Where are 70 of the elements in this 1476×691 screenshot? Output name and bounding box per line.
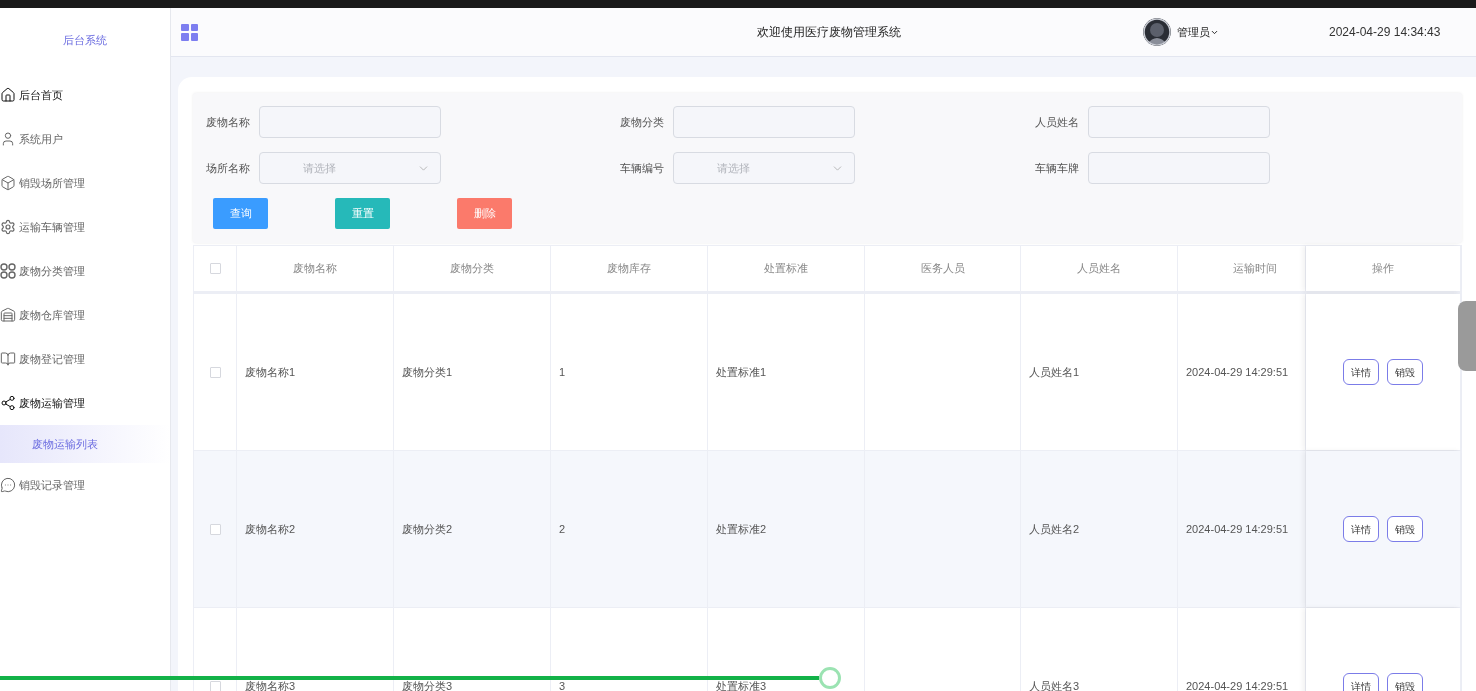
four-circles-icon	[0, 263, 16, 279]
column-header: 处置标准	[708, 246, 865, 291]
checkbox[interactable]	[209, 263, 221, 274]
column-header: 废物名称	[237, 246, 394, 291]
table-cell-text: 处置标准2	[716, 521, 767, 537]
grid-menu-icon[interactable]	[181, 23, 198, 41]
sidebar-item[interactable]: 废物分类管理	[0, 249, 170, 293]
table-cell-text: 3	[559, 678, 566, 691]
home-icon	[0, 87, 16, 103]
filter-label: 废物名称	[206, 114, 250, 130]
sidebar-item[interactable]: 系统用户	[0, 117, 170, 161]
sidebar-item[interactable]: 废物运输管理	[0, 381, 170, 425]
checkbox[interactable]	[209, 680, 221, 691]
sidebar-item[interactable]: 后台首页	[0, 73, 170, 117]
filter-label: 车辆车牌	[1034, 160, 1079, 176]
table-cell-text: 废物名称1	[245, 364, 296, 380]
row-action-button[interactable]: 销毁	[1387, 359, 1423, 385]
column-header: 人员姓名	[1021, 246, 1178, 291]
sidebar-item[interactable]: 销毁场所管理	[0, 161, 170, 205]
column-header: 废物分类	[394, 246, 551, 291]
input-field[interactable]	[1087, 152, 1270, 184]
warehouse-icon	[0, 307, 16, 323]
nodes-icon	[0, 395, 16, 411]
sidebar-item[interactable]: 废物仓库管理	[0, 293, 170, 337]
filter-label: 场所名称	[206, 160, 250, 176]
table-cell-text: 2024-04-29 14:29:51	[1186, 521, 1289, 537]
checkbox[interactable]	[209, 523, 221, 535]
user-icon	[0, 131, 16, 147]
user-menu[interactable]: 管理员	[1177, 23, 1219, 41]
input-field[interactable]	[1087, 106, 1270, 138]
column-header: 运输时间	[1178, 246, 1306, 291]
table-cell-text: 人员姓名2	[1029, 521, 1080, 537]
filter-label: 废物分类	[620, 114, 665, 130]
row-action-button[interactable]: 详情	[1343, 673, 1379, 691]
datetime: 2024-04-29 14:34:43	[1329, 24, 1441, 41]
system-title: 欢迎使用医疗废物管理系统	[757, 24, 901, 41]
sidebar-item[interactable]: 销毁记录管理	[0, 463, 170, 507]
column-header: 操作	[1306, 246, 1461, 291]
input-field[interactable]	[259, 106, 441, 138]
column-header: 医务人员	[865, 246, 1021, 291]
table-cell-text: 废物名称2	[245, 521, 296, 537]
table-cell-text: 2024-04-29 14:29:51	[1186, 364, 1289, 380]
table-cell-text: 废物分类1	[402, 364, 453, 380]
row-action-button[interactable]: 详情	[1343, 516, 1379, 542]
table-cell-text: 废物名称3	[245, 678, 296, 691]
cube-icon	[0, 175, 16, 191]
checkbox[interactable]	[209, 366, 221, 378]
table-cell-text: 2024-04-29 14:29:51	[1186, 678, 1289, 691]
table-cell-text: 废物分类3	[402, 678, 453, 691]
drawer-handle[interactable]	[1458, 301, 1476, 371]
row-action-button[interactable]: 详情	[1343, 359, 1379, 385]
chat-icon	[0, 477, 16, 493]
table-cell-text: 2	[559, 521, 566, 537]
book-icon	[0, 351, 16, 367]
row-action-button[interactable]: 销毁	[1387, 673, 1423, 691]
table-cell-text: 处置标准3	[716, 678, 767, 691]
table-cell-text: 处置标准1	[716, 364, 767, 380]
table-cell-text: 人员姓名1	[1029, 364, 1080, 380]
filter-label: 车辆编号	[620, 160, 665, 176]
table-cell-text: 废物分类2	[402, 521, 453, 537]
sidebar-item[interactable]: 废物登记管理	[0, 337, 170, 381]
row-action-button[interactable]: 销毁	[1387, 516, 1423, 542]
sidebar-item[interactable]: 运输车辆管理	[0, 205, 170, 249]
sidebar-title: 后台系统	[63, 32, 107, 48]
filter-label: 人员姓名	[1034, 114, 1079, 130]
column-header: 废物库存	[551, 246, 708, 291]
input-field[interactable]	[673, 106, 856, 138]
gear-icon	[0, 219, 16, 235]
table-cell-text: 1	[559, 364, 566, 380]
table-cell-text: 人员姓名3	[1029, 678, 1080, 691]
